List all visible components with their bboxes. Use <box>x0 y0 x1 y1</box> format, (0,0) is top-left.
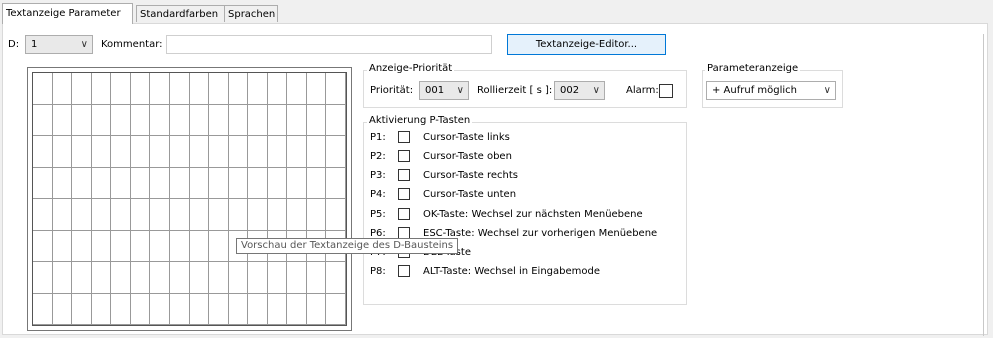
ptaste-checkbox-p8[interactable] <box>398 265 410 277</box>
ptaste-description: OK-Taste: Wechsel zur nächsten Menüebene <box>423 209 643 220</box>
ptaste-description: Cursor-Taste unten <box>423 189 517 200</box>
d-select-value: 1 <box>31 39 38 50</box>
tab-textanzeige-parameter[interactable]: Textanzeige Parameter <box>2 3 133 24</box>
parameter-display-group-title: Parameteranzeige <box>705 63 801 75</box>
ptaste-description: Cursor-Taste oben <box>423 151 512 162</box>
alarm-label: Alarm: <box>626 85 659 96</box>
textanzeige-editor-button[interactable]: Textanzeige-Editor... <box>507 34 666 55</box>
priority-select[interactable]: 001 ∨ <box>419 81 469 100</box>
ptaste-key-label: P4: <box>370 189 386 200</box>
ptaste-key-label: P1: <box>370 132 386 143</box>
preview-grid <box>32 72 347 326</box>
d-select[interactable]: 1 ∨ <box>25 35 93 54</box>
panel-right-edge <box>983 34 984 336</box>
ptaste-description: Cursor-Taste links <box>423 132 510 143</box>
scroll-time-label: Rollierzeit [ s ]: <box>477 85 553 96</box>
alarm-checkbox[interactable] <box>659 84 673 98</box>
ptaste-key-label: P5: <box>370 209 386 220</box>
ptaste-key-label: P8: <box>370 266 386 277</box>
priority-group-title: Anzeige-Priorität <box>367 63 455 75</box>
ptaste-description: ALT-Taste: Wechsel in Eingabemode <box>423 266 601 277</box>
parameter-display-select-value: + Aufruf möglich <box>712 85 798 96</box>
chevron-down-icon: ∨ <box>823 85 831 96</box>
tab-sprachen[interactable]: Sprachen <box>224 5 278 22</box>
tab-standardfarben[interactable]: Standardfarben <box>136 5 225 22</box>
ptaste-description: ESC-Taste: Wechsel zur vorherigen Menüeb… <box>423 228 658 239</box>
d-label: D: <box>8 39 20 50</box>
chevron-down-icon: ∨ <box>456 85 464 96</box>
comment-label: Kommentar: <box>101 39 163 50</box>
priority-label: Priorität: <box>370 85 414 96</box>
ptaste-description: Cursor-Taste rechts <box>423 170 518 181</box>
parameter-panel: D: 1 ∨ Kommentar: Textanzeige-Editor... … <box>2 23 988 336</box>
preview-tooltip: Vorschau der Textanzeige des D-Bausteins <box>236 238 459 254</box>
priority-select-value: 001 <box>425 85 445 96</box>
ptaste-checkbox-p4[interactable] <box>398 188 410 200</box>
scroll-time-select-value: 002 <box>560 85 580 96</box>
ptaste-key-label: P3: <box>370 170 386 181</box>
scroll-time-select[interactable]: 002 ∨ <box>554 81 605 100</box>
tab-bar: Textanzeige Parameter Standardfarben Spr… <box>0 0 993 24</box>
ptaste-checkbox-p3[interactable] <box>398 169 410 181</box>
chevron-down-icon: ∨ <box>592 85 600 96</box>
chevron-down-icon: ∨ <box>80 39 88 50</box>
ptasten-group-title: Aktivierung P-Tasten <box>367 115 473 127</box>
ptaste-key-label: P2: <box>370 151 386 162</box>
ptaste-checkbox-p1[interactable] <box>398 131 410 143</box>
comment-field[interactable] <box>166 35 492 54</box>
ptaste-checkbox-p5[interactable] <box>398 208 410 220</box>
text-display-preview[interactable] <box>27 67 352 331</box>
ptaste-checkbox-p2[interactable] <box>398 150 410 162</box>
parameter-display-select[interactable]: + Aufruf möglich ∨ <box>706 81 836 100</box>
